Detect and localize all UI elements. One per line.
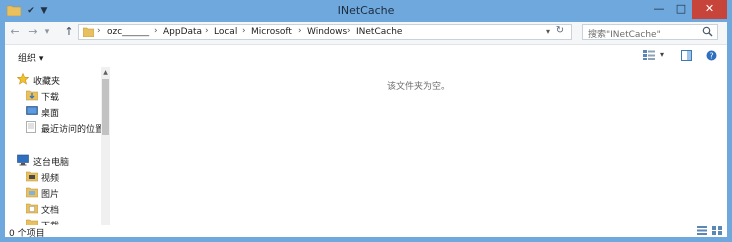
- back-button[interactable]: ←: [8, 25, 22, 39]
- breadcrumb-local[interactable]: Local: [214, 27, 237, 37]
- breadcrumb-separator[interactable]: ›: [205, 26, 209, 36]
- breadcrumb-separator[interactable]: ›: [242, 26, 246, 36]
- minimize-button[interactable]: —: [648, 0, 670, 19]
- sidebar-item-pictures[interactable]: 图片: [5, 185, 101, 200]
- search-placeholder[interactable]: 搜索"INetCache": [588, 27, 661, 40]
- breadcrumb-separator[interactable]: ›: [154, 26, 158, 36]
- navigation-scrollbar[interactable]: ▲ ▼: [101, 67, 110, 237]
- maximize-button[interactable]: □: [670, 0, 692, 19]
- search-icon[interactable]: [702, 26, 713, 37]
- download-folder-icon: [26, 219, 38, 225]
- sidebar-item-label: 图片: [41, 190, 60, 200]
- title-bar[interactable]: ✔ ▼ INetCache — □ ✕: [0, 0, 732, 22]
- address-bar[interactable]: › ozc______ › AppData › Local › Microsof…: [78, 24, 572, 40]
- window-title: INetCache: [337, 4, 395, 17]
- download-folder-icon: [26, 90, 38, 101]
- sidebar-item-label: 这台电脑: [33, 158, 70, 168]
- sidebar-item-downloads-pc[interactable]: 下载: [5, 217, 101, 225]
- breadcrumb-user[interactable]: ozc______: [107, 27, 149, 37]
- explorer-window: ✔ ▼ INetCache — □ ✕ ← → ▾ ↑ › ozc______ …: [0, 0, 732, 242]
- sidebar-item-label: 最近访问的位置: [41, 125, 105, 135]
- details-view-icon[interactable]: [697, 226, 707, 235]
- sidebar-item-recent-places[interactable]: 最近访问的位置: [5, 120, 105, 135]
- breadcrumb-separator[interactable]: ›: [97, 26, 101, 36]
- sidebar-item-this-pc[interactable]: 这台电脑: [5, 153, 101, 168]
- sidebar-item-label: 下载: [41, 93, 60, 103]
- scroll-up-icon[interactable]: ▲: [101, 68, 110, 77]
- sidebar-item-videos[interactable]: 视频: [5, 169, 101, 184]
- sidebar-item-label: 桌面: [41, 109, 60, 119]
- sidebar-item-favorites[interactable]: 收藏夹: [5, 72, 101, 87]
- sidebar-item-desktop[interactable]: 桌面: [5, 104, 101, 119]
- address-row: ← → ▾ ↑ › ozc______ › AppData › Local › …: [5, 22, 727, 45]
- svg-text:?: ?: [709, 51, 713, 60]
- command-bar: 组织 ▾ ▾ ?: [5, 45, 727, 67]
- window-client: ← → ▾ ↑ › ozc______ › AppData › Local › …: [5, 22, 727, 239]
- recent-locations-button[interactable]: ▾: [42, 25, 52, 39]
- item-count: 0 个项目: [9, 229, 45, 239]
- desktop-icon: [26, 106, 38, 115]
- sidebar-item-label: 文档: [41, 206, 60, 216]
- sidebar-item-downloads[interactable]: 下载: [5, 88, 101, 103]
- video-folder-icon: [26, 171, 38, 182]
- breadcrumb-appdata[interactable]: AppData: [163, 27, 202, 37]
- address-dropdown-button[interactable]: ▾: [546, 27, 550, 36]
- help-icon[interactable]: ?: [706, 50, 717, 61]
- navigation-pane: 收藏夹 下载 桌面 最近访问的位置 这台电脑 视频 图片 文档 ▲: [5, 67, 110, 237]
- status-bar: 0 个项目: [5, 225, 727, 239]
- breadcrumb-windows[interactable]: Windows: [307, 27, 347, 37]
- breadcrumb-microsoft[interactable]: Microsoft: [251, 27, 292, 37]
- documents-folder-icon: [26, 203, 38, 214]
- empty-folder-message: 该文件夹为空。: [386, 82, 450, 92]
- recent-places-icon: [26, 121, 36, 133]
- sidebar-item-label: 收藏夹: [33, 77, 61, 87]
- computer-icon: [17, 154, 29, 166]
- forward-button[interactable]: →: [26, 25, 40, 39]
- search-box[interactable]: 搜索"INetCache": [582, 24, 718, 40]
- scrollbar-thumb[interactable]: [102, 79, 109, 135]
- sidebar-item-documents[interactable]: 文档: [5, 201, 101, 216]
- large-icons-view-icon[interactable]: [712, 226, 722, 235]
- up-button[interactable]: ↑: [62, 25, 76, 39]
- change-view-icon[interactable]: [643, 50, 655, 60]
- file-list[interactable]: 该文件夹为空。: [110, 67, 727, 237]
- preview-pane-icon[interactable]: [681, 50, 692, 61]
- sidebar-item-label: 视频: [41, 174, 60, 184]
- organize-menu[interactable]: 组织 ▾: [18, 51, 43, 64]
- breadcrumb-inetcache[interactable]: INetCache: [356, 27, 402, 37]
- view-menu-dropdown-button[interactable]: ▾: [660, 50, 664, 59]
- folder-icon: [83, 27, 94, 37]
- breadcrumb-separator[interactable]: ›: [347, 26, 351, 36]
- close-button[interactable]: ✕: [692, 0, 727, 19]
- breadcrumb-separator[interactable]: ›: [298, 26, 302, 36]
- refresh-button[interactable]: ↻: [552, 25, 568, 39]
- star-icon: [17, 73, 29, 85]
- pictures-folder-icon: [26, 187, 38, 198]
